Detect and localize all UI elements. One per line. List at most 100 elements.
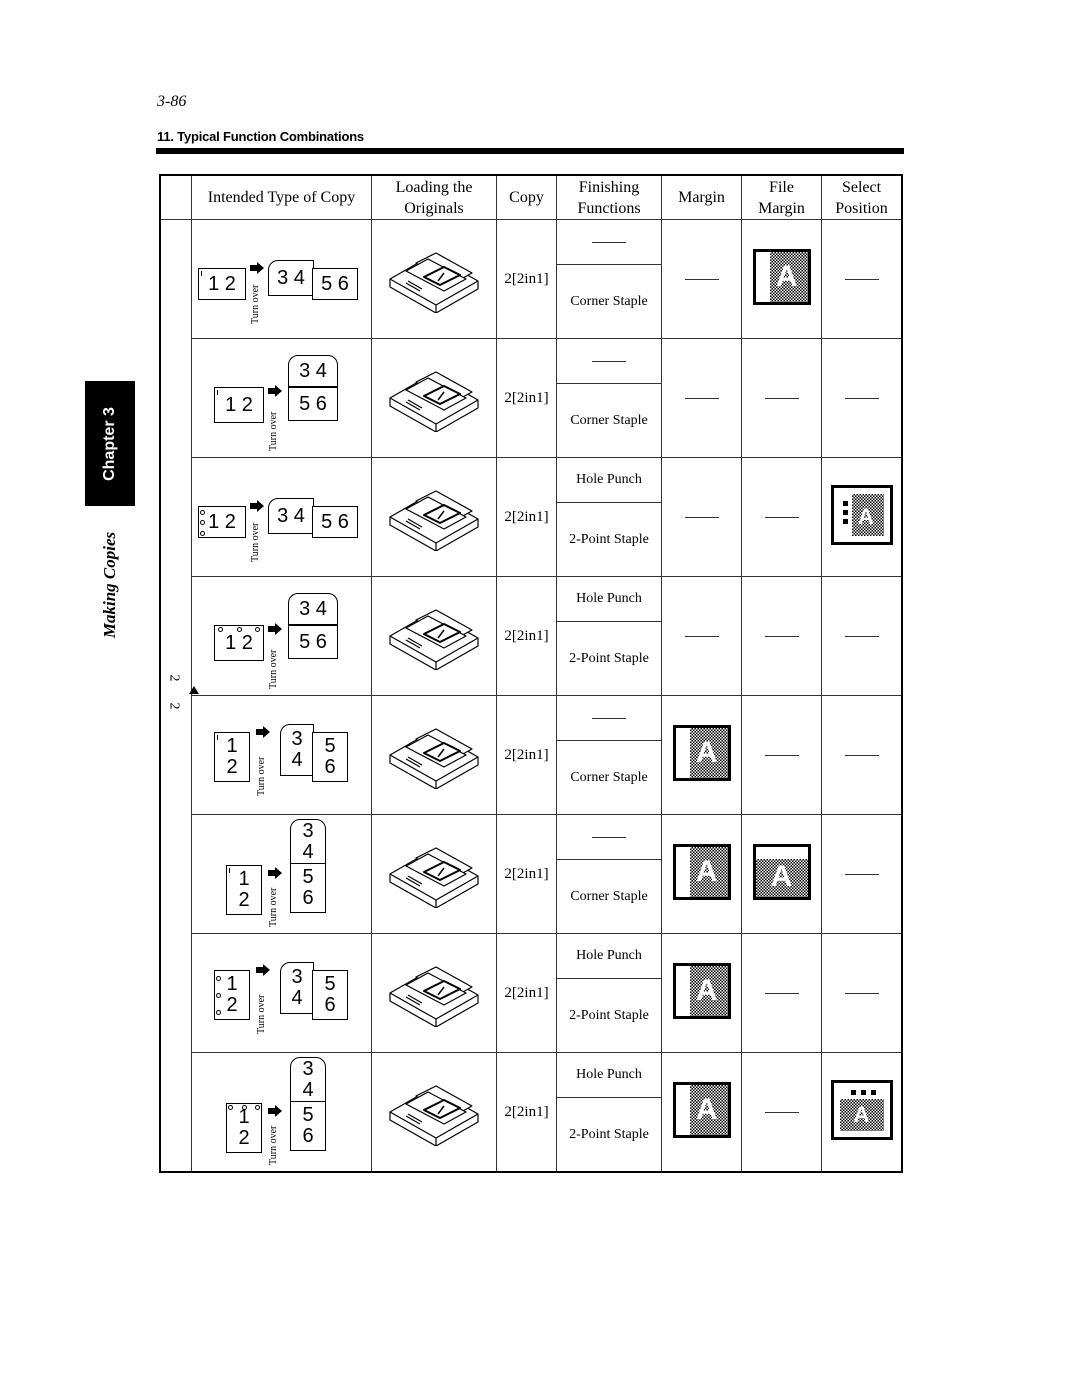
- copy-cell: 2[2in1]: [496, 933, 557, 1053]
- copy-page-bottom: 5 6: [288, 625, 338, 659]
- finishing-top-label: Hole Punch: [576, 472, 642, 487]
- turn-over-label: Turn over: [256, 994, 267, 1034]
- finishing-bottom: 2-Point Staple: [557, 1098, 661, 1171]
- page-numbers: 5 6: [299, 630, 327, 653]
- header-select-position-line2: Position: [835, 199, 888, 217]
- select-position-cell: [821, 338, 903, 458]
- page-numbers: 1 2: [226, 735, 238, 778]
- copy-page-left: 3 4: [268, 260, 314, 296]
- chapter-subtitle: Making Copies: [88, 520, 132, 650]
- page-numbers: 1 2: [208, 272, 236, 295]
- page-numbers: 1 2: [208, 510, 236, 533]
- original-page: 1 2: [214, 970, 250, 1020]
- header-finishing-line1: Finishing: [578, 178, 640, 196]
- copy-page-left: 3 4: [280, 724, 314, 776]
- adf-loading-icon: [389, 1084, 479, 1147]
- original-page: 1 2: [214, 732, 250, 782]
- header-margin: Margin: [661, 174, 742, 220]
- side-group-from: 2: [166, 674, 182, 682]
- copy-cell: 2[2in1]: [496, 814, 557, 934]
- punch-hole-icon: [216, 976, 221, 982]
- turn-over-label: Turn over: [250, 522, 261, 562]
- turn-over-label: Turn over: [268, 411, 279, 451]
- table-row: 1 2 Turn over 3 4 5 6 2[2in1] Corner Staple A A: [160, 814, 903, 934]
- header-loading-line2: Originals: [404, 199, 464, 217]
- punch-hole-icon: [255, 627, 261, 632]
- header-file-margin: File Margin: [741, 174, 822, 220]
- header-loading-line1: Loading the: [395, 178, 473, 196]
- page-numbers: 5 6: [324, 973, 336, 1016]
- section-title: 11. Typical Function Combinations: [157, 129, 364, 144]
- side-group-to: 2: [166, 702, 182, 710]
- header-finishing: Finishing Functions: [556, 174, 662, 220]
- header-finishing-line2: Functions: [577, 199, 641, 217]
- file-margin-cell: [741, 576, 822, 696]
- left-margin-icon: A: [672, 724, 731, 781]
- loading-originals-cell: [371, 576, 497, 696]
- copy-cell: 2[2in1]: [496, 695, 557, 815]
- copy-page-top: 3 4: [290, 1057, 326, 1103]
- margin-cell: A: [661, 933, 742, 1053]
- original-page: 1 2: [226, 865, 262, 915]
- finishing-top: [557, 696, 661, 741]
- finishing-bottom-label: 2-Point Staple: [569, 1126, 649, 1142]
- header-file-margin-line2: Margin: [758, 199, 805, 217]
- finishing-top: Hole Punch: [557, 934, 661, 979]
- copy-page-top: 3 4: [288, 355, 338, 387]
- corner-mark: [217, 390, 218, 395]
- finishing-bottom-label: 2-Point Staple: [569, 531, 649, 547]
- page-numbers: 3 4: [299, 597, 327, 620]
- corner-mark: [201, 271, 202, 276]
- finishing-bottom: 2-Point Staple: [557, 979, 661, 1052]
- copy-page-left: 3 4: [280, 962, 314, 1014]
- intended-type-cell: 1 2 Turn over 3 4 5 6: [191, 814, 372, 934]
- page-numbers: 5 6: [321, 272, 349, 295]
- original-page: 1 2: [214, 387, 264, 423]
- finishing-cell: Hole Punch 2-Point Staple: [556, 933, 662, 1053]
- turn-over-label: Turn over: [250, 284, 261, 324]
- table-row: 1 2 Turn over 3 4 5 6 2[2in1] Hole Punch 2-Poi…: [160, 1052, 903, 1173]
- finishing-bottom-label: Corner Staple: [570, 769, 648, 785]
- copy-page-right: 5 6: [312, 268, 358, 300]
- finishing-bottom-label: 2-Point Staple: [569, 1007, 649, 1023]
- chapter-label: Chapter 3: [101, 406, 118, 481]
- copy-page-bottom: 5 6: [288, 387, 338, 421]
- none-dash: [592, 360, 626, 362]
- intended-type-cell: 1 2 Turn over 3 4 5 6: [191, 576, 372, 696]
- original-page: 1 2: [226, 1103, 262, 1153]
- finishing-bottom: 2-Point Staple: [557, 503, 661, 576]
- adf-loading-icon: [389, 846, 479, 909]
- none-dash: [844, 992, 879, 994]
- none-dash: [592, 836, 626, 838]
- file-margin-cell: [741, 457, 822, 577]
- intended-type-cell: 1 2 Turn over 3 4 5 6: [191, 219, 372, 339]
- page-numbers: 3 4: [277, 266, 305, 289]
- adf-loading-icon: [389, 608, 479, 671]
- top-margin-icon: A: [752, 843, 811, 900]
- none-dash: [764, 516, 799, 518]
- table-row: 1 2 Turn over 3 4 5 6 2[2in1] Corner Staple A: [160, 695, 903, 815]
- finishing-bottom: 2-Point Staple: [557, 622, 661, 695]
- arrow-right-icon: [268, 867, 282, 879]
- page-numbers: 1 2: [225, 631, 253, 654]
- turn-over-label: Turn over: [256, 756, 267, 796]
- punch-hole-icon: [217, 627, 223, 632]
- punch-hole-icon: [228, 1105, 234, 1110]
- none-dash: [684, 516, 719, 518]
- finishing-bottom-label: Corner Staple: [570, 412, 648, 428]
- finishing-top-label: Hole Punch: [576, 948, 642, 963]
- file-margin-cell: A: [741, 814, 822, 934]
- none-dash: [684, 635, 719, 637]
- finishing-top-label: Hole Punch: [576, 591, 642, 606]
- none-dash: [844, 873, 879, 875]
- file-margin-cell: [741, 338, 822, 458]
- arrow-right-icon: [256, 964, 270, 976]
- page-numbers: 1 2: [238, 1106, 250, 1149]
- punch-hole-icon: [216, 1009, 221, 1015]
- chapter-subtitle-text: Making Copies: [100, 531, 119, 639]
- page-numbers: 3 4: [302, 1058, 314, 1101]
- table-row: 221 2 Turn over 3 45 6 2[2in1] Corner Staple…: [159, 219, 903, 1173]
- select-position-cell: [821, 933, 903, 1053]
- loading-originals-cell: [371, 219, 497, 339]
- header-blank: [159, 174, 192, 220]
